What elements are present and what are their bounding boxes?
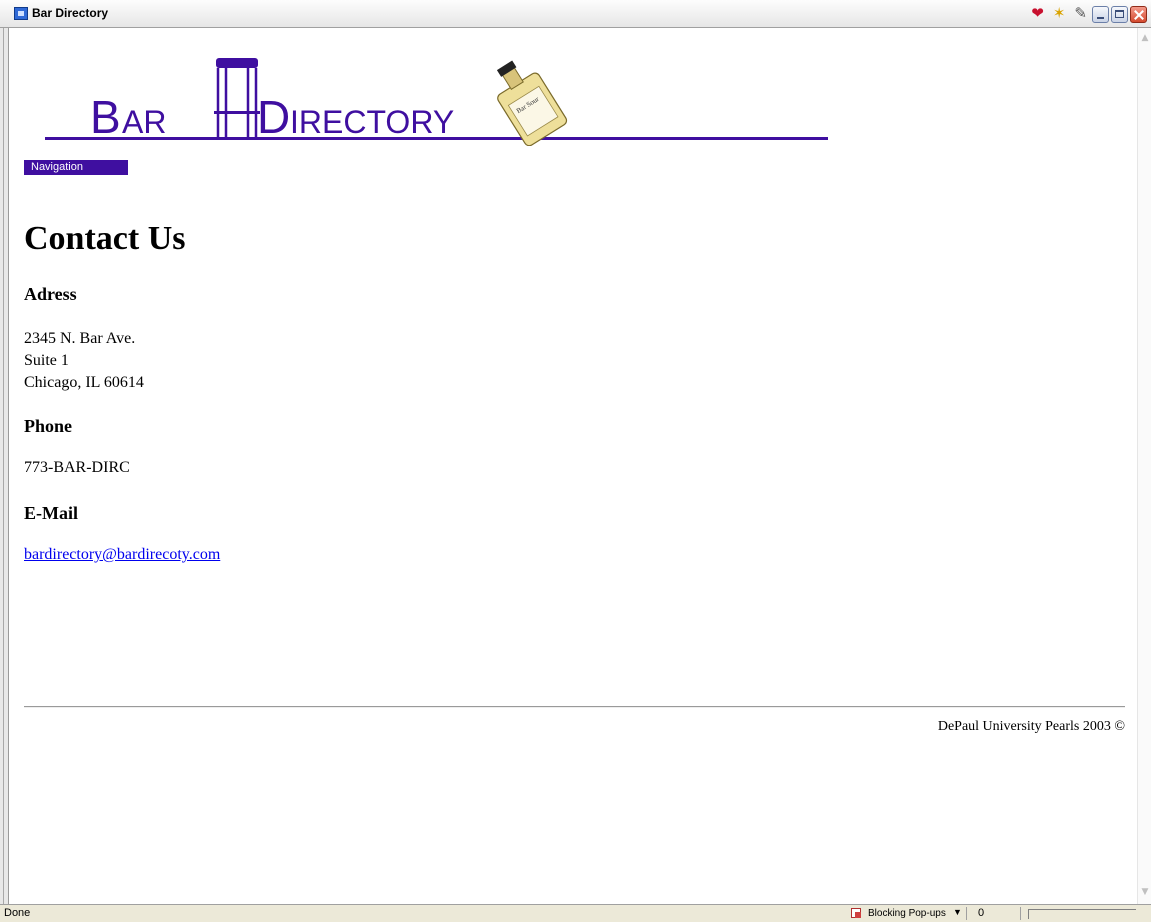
status-text: Done [4,907,31,919]
popup-blocker-icon[interactable] [851,908,861,918]
email-heading: E-Mail [24,503,78,523]
maximize-button[interactable] [1111,6,1128,23]
edit-note-icon[interactable]: ✎ [1074,4,1087,22]
address-heading: Adress [24,284,77,304]
footer-copyright: DePaul University Pearls 2003 © [937,719,1125,734]
phone-heading: Phone [24,416,73,436]
email-link[interactable]: bardirectory@bardirecoty.com [24,546,220,564]
app-icon [14,7,28,20]
bottle-icon: Bar Sour [496,60,568,146]
minimize-button[interactable] [1092,6,1109,23]
bar-directory-logo: B AR D IRECTORY Bar Sour [45,58,828,146]
status-separator [966,907,967,920]
close-button[interactable] [1130,6,1147,23]
favorites-star-icon[interactable]: ✶ [1053,4,1066,22]
heart-icon[interactable]: ❤ [1031,4,1044,22]
address-block: 2345 N. Bar Ave. Suite 1 Chicago, IL 606… [24,328,144,394]
toolbar-icons: ❤ ✶ ✎ [1031,4,1087,22]
scroll-up-icon[interactable]: ▲ [1139,30,1151,46]
window-controls [1092,6,1147,23]
vertical-scrollbar[interactable]: ▲ ▼ [1137,28,1151,904]
footer-divider [24,706,1125,708]
status-separator [1020,907,1021,920]
window-title: Bar Directory [32,6,109,20]
scroll-down-icon[interactable]: ▼ [1139,884,1151,900]
zone-indicator: 0 [978,907,985,919]
phone-number: 773-BAR-DIRC [24,459,130,476]
progress-bar [1028,909,1136,919]
navigation-menu[interactable]: Navigation [24,160,128,175]
address-line-1: 2345 N. Bar Ave. [24,330,136,347]
chevron-down-icon[interactable]: ▼ [953,907,962,917]
logo-directory-first: D [257,91,290,143]
page-title: Contact Us [24,220,186,257]
logo-bar-first: B [90,91,121,143]
browser-viewport: B AR D IRECTORY Bar Sour Navigation Cont… [0,28,1151,904]
title-bar: Bar Directory ❤ ✶ ✎ [0,0,1151,28]
logo-directory-rest: IRECTORY [290,104,454,140]
status-bar: Done Blocking Pop-ups ▼ 0 [0,904,1151,922]
bar-stool-icon [214,58,260,140]
popup-blocker-label[interactable]: Blocking Pop-ups [868,908,946,919]
address-line-3: Chicago, IL 60614 [24,374,144,391]
logo-bar-rest: AR [122,104,166,140]
window-left-border [0,28,9,904]
address-line-2: Suite 1 [24,352,69,369]
